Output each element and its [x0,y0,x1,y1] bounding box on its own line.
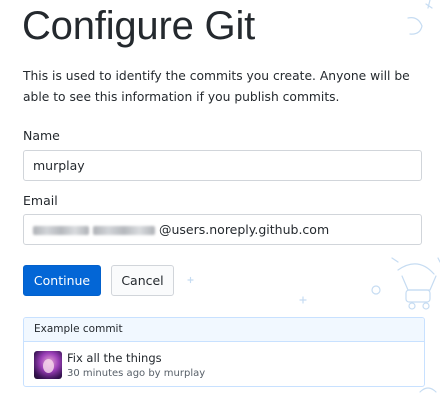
name-label: Name [23,128,60,143]
email-label: Email [23,193,58,208]
commit-meta: 30 minutes ago by murplay [67,368,206,379]
commit-summary: Fix all the things [67,351,162,365]
user-avatar-icon [34,351,62,379]
configure-git-page: Configure Git This is used to identify t… [0,0,440,400]
cancel-button[interactable]: Cancel [111,265,174,296]
continue-button[interactable]: Continue [23,265,101,296]
example-commit-header: Example commit [24,318,424,342]
page-title: Configure Git [22,4,256,48]
email-redacted-part [33,226,89,235]
email-input-domain: @users.noreply.github.com [159,222,330,237]
email-redacted-part [93,226,155,235]
email-input[interactable]: @users.noreply.github.com [23,214,422,245]
name-input[interactable]: murplay [23,150,422,181]
example-commit-panel: Example commit Fix all the things 30 min… [23,317,425,387]
name-input-value: murplay [33,158,85,173]
page-description: This is used to identify the commits you… [23,69,410,104]
